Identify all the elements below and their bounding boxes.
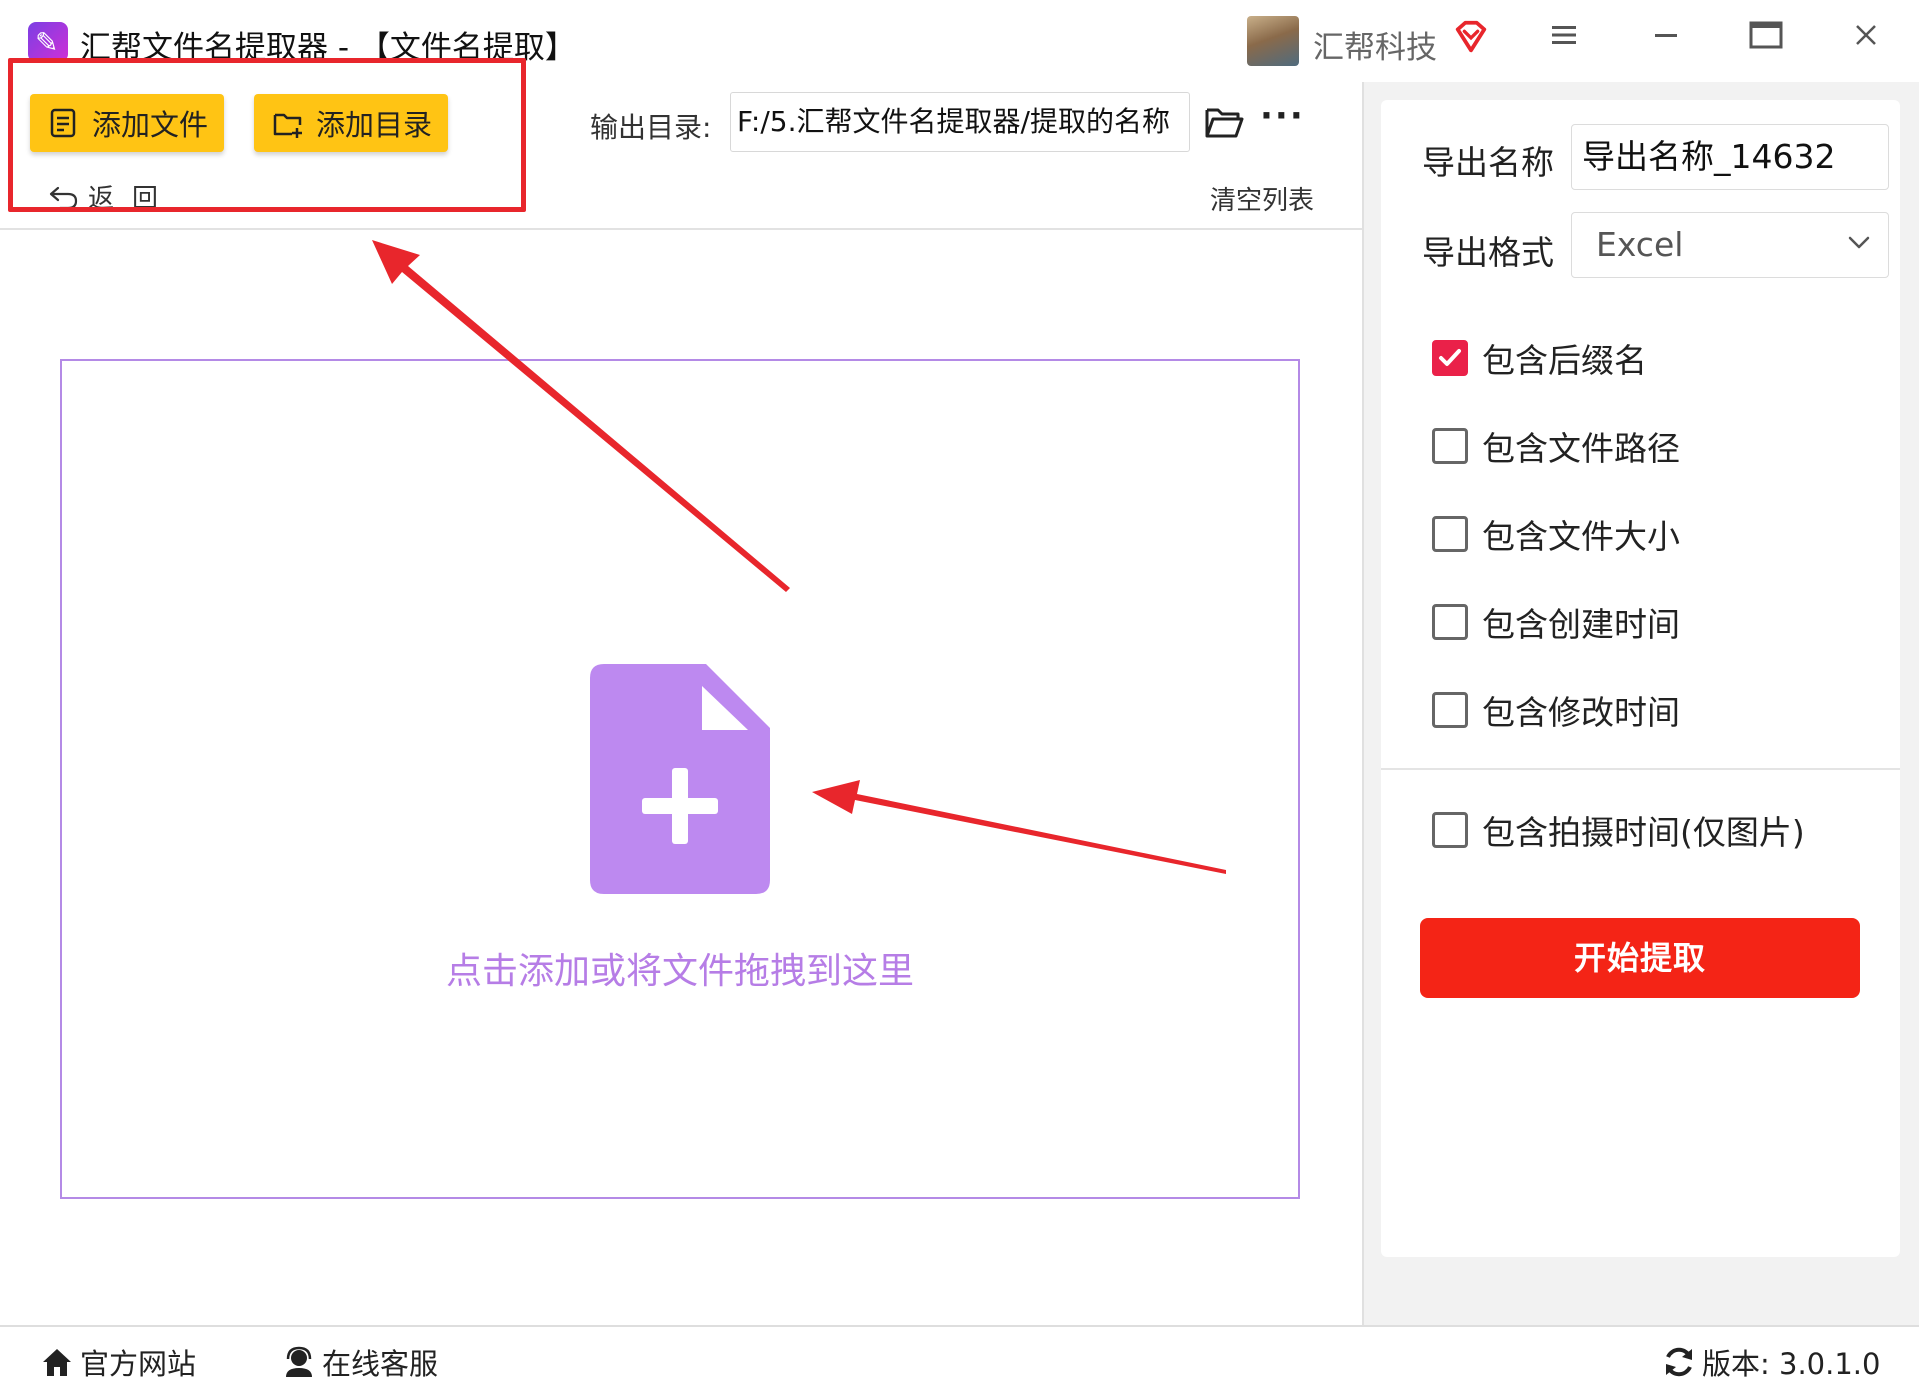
close-icon[interactable]	[1846, 20, 1886, 60]
chevron-down-icon	[1848, 236, 1870, 249]
option-label: 包含修改时间	[1482, 693, 1680, 732]
status-bar: 官方网站 在线客服 版本: 3.0.1.0	[0, 1325, 1919, 1391]
annotation-highlight-box	[8, 58, 526, 212]
refresh-icon	[1666, 1347, 1692, 1377]
customer-service-icon	[286, 1346, 312, 1377]
option-include-size[interactable]: 包含文件大小	[1432, 510, 1680, 558]
checkbox-icon[interactable]	[1432, 516, 1468, 552]
export-name-label: 导出名称	[1422, 143, 1554, 182]
option-include-capture-time[interactable]: 包含拍摄时间(仅图片)	[1432, 806, 1805, 854]
app-logo-icon: ✎	[28, 22, 68, 62]
maximize-icon[interactable]	[1746, 20, 1786, 60]
home-icon	[43, 1349, 71, 1376]
checkbox-icon[interactable]	[1432, 812, 1468, 848]
online-service-link[interactable]: 在线客服	[282, 1341, 438, 1383]
version-info[interactable]: 版本: 3.0.1.0	[1662, 1341, 1880, 1383]
official-site-link[interactable]: 官方网站	[40, 1341, 196, 1383]
panel-divider	[1381, 768, 1900, 770]
export-name-field[interactable]: 导出名称_14632	[1571, 124, 1889, 190]
output-dir-field[interactable]: F:/5.汇帮文件名提取器/提取的名称	[730, 92, 1190, 152]
more-options-icon[interactable]: ···	[1260, 96, 1305, 136]
export-format-value: Excel	[1596, 225, 1684, 264]
option-include-created-time[interactable]: 包含创建时间	[1432, 598, 1680, 646]
hamburger-menu-icon[interactable]	[1544, 20, 1584, 60]
online-service-label: 在线客服	[322, 1347, 439, 1381]
output-dir-label: 输出目录:	[590, 111, 712, 144]
company-name[interactable]: 汇帮科技	[1313, 22, 1437, 67]
export-format-label: 导出格式	[1422, 233, 1554, 272]
start-extract-button[interactable]: 开始提取	[1420, 918, 1860, 998]
option-label: 包含后缀名	[1482, 341, 1647, 380]
version-label: 版本: 3.0.1.0	[1702, 1347, 1881, 1381]
checkbox-checked-icon[interactable]	[1432, 340, 1468, 376]
option-include-modified-time[interactable]: 包含修改时间	[1432, 686, 1680, 734]
file-add-icon[interactable]	[590, 664, 770, 894]
vip-diamond-icon[interactable]	[1452, 18, 1490, 56]
checkbox-icon[interactable]	[1432, 428, 1468, 464]
option-label: 包含拍摄时间(仅图片)	[1482, 813, 1805, 852]
checkbox-icon[interactable]	[1432, 604, 1468, 640]
minimize-icon[interactable]	[1646, 20, 1686, 60]
official-site-label: 官方网站	[80, 1347, 197, 1381]
drop-hint-text[interactable]: 点击添加或将文件拖拽到这里	[360, 942, 1000, 994]
option-include-path[interactable]: 包含文件路径	[1432, 422, 1680, 470]
folder-open-icon[interactable]	[1204, 104, 1244, 140]
option-label: 包含文件路径	[1482, 429, 1680, 468]
option-include-extension[interactable]: 包含后缀名	[1432, 334, 1647, 382]
user-avatar[interactable]	[1247, 16, 1299, 66]
export-format-select[interactable]: Excel	[1571, 212, 1889, 278]
checkbox-icon[interactable]	[1432, 692, 1468, 728]
clear-list-button[interactable]: 清空列表	[1210, 180, 1314, 217]
option-label: 包含文件大小	[1482, 517, 1680, 556]
option-label: 包含创建时间	[1482, 605, 1680, 644]
